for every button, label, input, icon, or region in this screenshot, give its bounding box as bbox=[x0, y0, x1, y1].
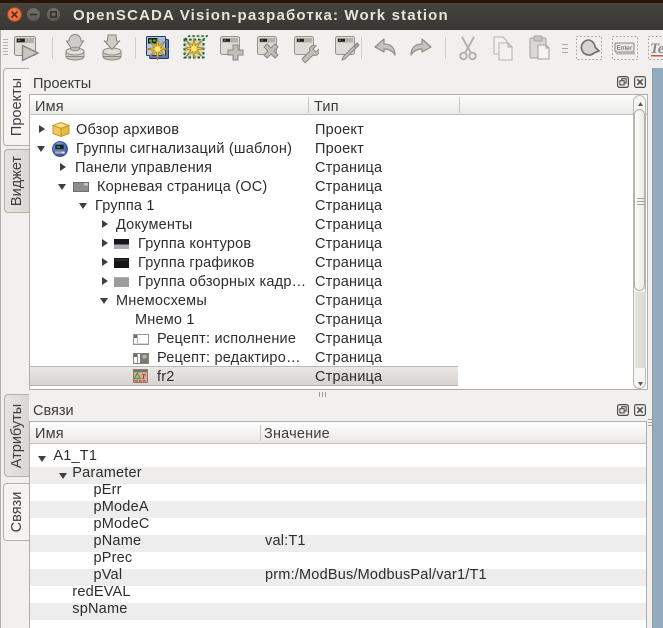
svg-text:Te: Te bbox=[650, 41, 663, 57]
svg-text:Enter: Enter bbox=[617, 45, 633, 52]
svg-text:T: T bbox=[141, 371, 146, 380]
